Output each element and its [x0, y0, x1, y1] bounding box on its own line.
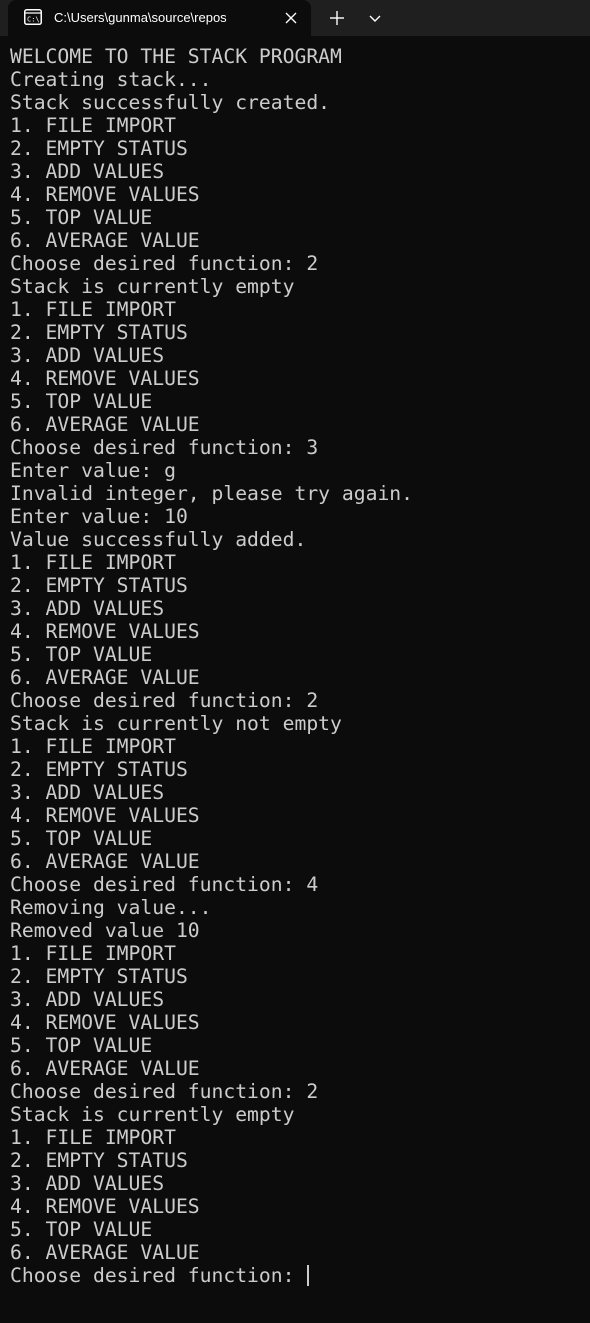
text-cursor [307, 1265, 310, 1286]
console-line: 5. TOP VALUE [10, 827, 153, 850]
console-line: 2. EMPTY STATUS [10, 1149, 188, 1172]
console-line: Stack is currently not empty [10, 712, 342, 735]
console-line: 4. REMOVE VALUES [10, 1195, 200, 1218]
console-line: 6. AVERAGE VALUE [10, 1057, 200, 1080]
console-line: Stack is currently empty [10, 275, 295, 298]
console-output[interactable]: WELCOME TO THE STACK PROGRAM Creating sta… [10, 45, 585, 1287]
console-line: 6. AVERAGE VALUE [10, 666, 200, 689]
console-line: 2. EMPTY STATUS [10, 574, 188, 597]
console-line: Removed value 10 [10, 919, 200, 942]
console-line: 3. ADD VALUES [10, 344, 165, 367]
console-line: 6. AVERAGE VALUE [10, 413, 200, 436]
console-line: 4. REMOVE VALUES [10, 804, 200, 827]
terminal-tab[interactable]: C:\ C:\Users\gunma\source\repos [8, 0, 311, 36]
close-icon[interactable] [282, 9, 300, 27]
console-line: 5. TOP VALUE [10, 1218, 153, 1241]
console-line: Choose desired function: 2 [10, 252, 319, 275]
console-line: 1. FILE IMPORT [10, 551, 176, 574]
console-line: 1. FILE IMPORT [10, 1126, 176, 1149]
console-line: 3. ADD VALUES [10, 781, 165, 804]
console-line: Invalid integer, please try again. [10, 482, 413, 505]
chevron-down-icon[interactable] [365, 7, 385, 29]
tab-title: C:\Users\gunma\source\repos [54, 10, 227, 25]
console-line: 1. FILE IMPORT [10, 114, 176, 137]
console-line: 1. FILE IMPORT [10, 735, 176, 758]
console-line: Choose desired function: 2 [10, 689, 319, 712]
console-prompt-line: Choose desired function: [10, 1264, 585, 1287]
console-line: 4. REMOVE VALUES [10, 183, 200, 206]
plus-icon[interactable] [326, 7, 348, 29]
console-line: 4. REMOVE VALUES [10, 620, 200, 643]
console-line: 1. FILE IMPORT [10, 942, 176, 965]
console-line: 4. REMOVE VALUES [10, 367, 200, 390]
console-line: 3. ADD VALUES [10, 160, 165, 183]
console-line: 3. ADD VALUES [10, 1172, 165, 1195]
console-line: Stack is currently empty [10, 1103, 295, 1126]
terminal-icon: C:\ [24, 9, 42, 25]
console-line: 5. TOP VALUE [10, 390, 153, 413]
console-line: 5. TOP VALUE [10, 1034, 153, 1057]
tab-bar: C:\ C:\Users\gunma\source\repos [0, 0, 590, 36]
svg-text:C:\: C:\ [27, 16, 40, 24]
console-line: Choose desired function: 4 [10, 873, 319, 896]
console-line: 2. EMPTY STATUS [10, 758, 188, 781]
console-line: 2. EMPTY STATUS [10, 965, 188, 988]
console-prompt: Choose desired function: [10, 1264, 307, 1287]
console-line: 1. FILE IMPORT [10, 298, 176, 321]
console-line: 5. TOP VALUE [10, 206, 153, 229]
console-line: Creating stack... [10, 68, 212, 91]
console-line: 4. REMOVE VALUES [10, 1011, 200, 1034]
console-line: Choose desired function: 3 [10, 436, 319, 459]
console-line: 2. EMPTY STATUS [10, 137, 188, 160]
console-line: Stack successfully created. [10, 91, 331, 114]
console-line: Enter value: 10 [10, 505, 188, 528]
console-line: WELCOME TO THE STACK PROGRAM [10, 45, 342, 68]
console-line: 3. ADD VALUES [10, 597, 165, 620]
console-line: 5. TOP VALUE [10, 643, 153, 666]
console-line: Removing value... [10, 896, 212, 919]
console-line: 6. AVERAGE VALUE [10, 1241, 200, 1264]
terminal-window: C:\ C:\Users\gunma\source\repos WELCOME … [0, 0, 590, 1323]
console-line: 6. AVERAGE VALUE [10, 229, 200, 252]
console-line: Enter value: g [10, 459, 176, 482]
console-line: Value successfully added. [10, 528, 307, 551]
console-line: 2. EMPTY STATUS [10, 321, 188, 344]
console-line: 6. AVERAGE VALUE [10, 850, 200, 873]
console-line: 3. ADD VALUES [10, 988, 165, 1011]
console-line: Choose desired function: 2 [10, 1080, 319, 1103]
